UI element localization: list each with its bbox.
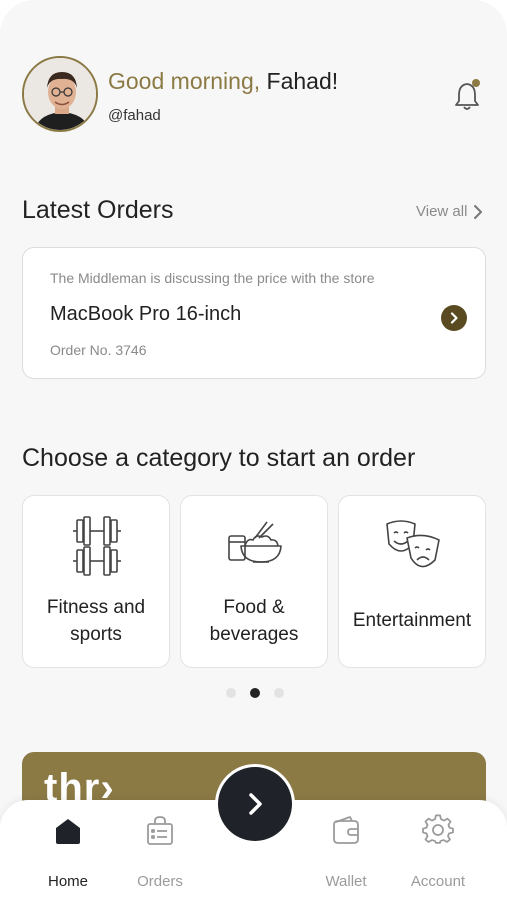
nav-wallet[interactable]: Wallet [306,814,386,890]
user-handle: @fahad [108,107,161,124]
nav-orders[interactable]: Orders [120,814,200,890]
nav-label: Orders [137,873,183,890]
user-name: Fahad! [266,68,339,94]
bell-icon[interactable] [452,78,484,112]
nav-account[interactable]: Account [398,814,478,890]
order-number: Order No. 3746 [50,342,147,358]
user-avatar-image [24,58,96,130]
category-food[interactable]: Food & beverages [180,495,328,668]
category-label-line2: sports [70,624,122,645]
category-label-line1: Entertainment [352,610,472,631]
greeting: Good morning, Fahad! [108,68,338,95]
category-label-line1: Fitness and [46,597,146,618]
chevron-right-icon [450,312,458,324]
category-entertainment[interactable]: Entertainment [338,495,486,668]
carousel-dot-active[interactable] [250,688,260,698]
category-label-line1: Food & [223,597,285,618]
avatar[interactable] [22,56,98,132]
gear-icon [422,814,454,844]
greeting-prefix: Good morning, [108,68,267,94]
latest-orders-title: Latest Orders [22,196,174,224]
carousel-pagination [226,688,284,698]
carousel-dot[interactable] [226,688,236,698]
orders-bag-icon [147,816,173,845]
dumbbell-icon [73,516,121,576]
view-all-link[interactable]: View all [416,203,483,220]
nav-home[interactable]: Home [28,814,108,890]
chevron-right-icon [474,204,483,219]
view-all-label: View all [416,203,468,220]
home-screen: Good morning, Fahad! @fahad Latest Order… [0,0,507,900]
order-open-button[interactable] [441,305,467,331]
order-status: The Middleman is discussing the price wi… [50,270,375,286]
food-bowl-icon [228,521,282,563]
home-icon [56,819,80,844]
order-card[interactable]: The Middleman is discussing the price wi… [22,247,486,379]
nav-label: Wallet [325,873,367,890]
nav-label: Account [410,873,466,890]
chevron-right-icon [249,793,262,815]
carousel-dot[interactable] [274,688,284,698]
category-label-line2: beverages [209,624,299,645]
theater-masks-icon [386,520,440,568]
category-fitness[interactable]: Fitness and sports [22,495,170,668]
nav-label: Home [47,873,88,890]
categories-title: Choose a category to start an order [22,444,416,472]
wallet-icon [333,816,359,844]
order-title: MacBook Pro 16-inch [50,303,242,325]
new-order-button[interactable] [215,764,295,844]
